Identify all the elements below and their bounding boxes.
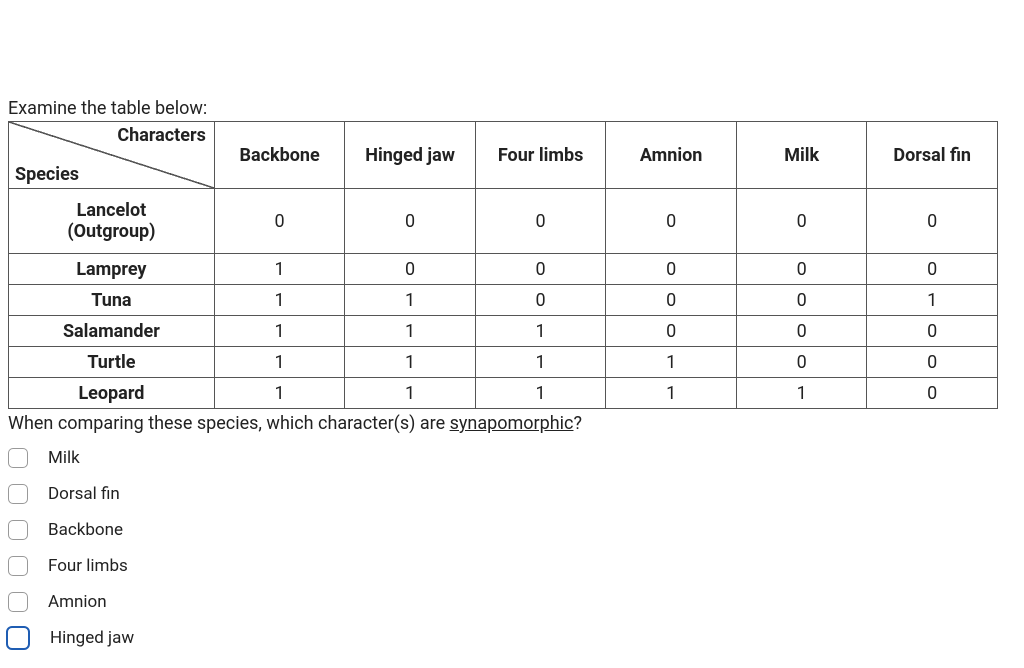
- cell-value: 1: [345, 347, 476, 378]
- table-row: Salamander111000: [9, 316, 998, 347]
- corner-label-characters: Characters: [117, 125, 205, 146]
- cell-value: 1: [475, 378, 606, 409]
- checkbox-icon[interactable]: [8, 556, 28, 576]
- option-label: Amnion: [48, 592, 107, 612]
- cell-value: 0: [736, 347, 867, 378]
- row-species: Turtle: [9, 347, 215, 378]
- cell-value: 1: [606, 378, 737, 409]
- cell-value: 1: [214, 347, 345, 378]
- cell-value: 0: [736, 316, 867, 347]
- checkbox-icon[interactable]: [8, 484, 28, 504]
- cell-value: 1: [475, 347, 606, 378]
- col-header: Milk: [736, 122, 867, 189]
- answer-option[interactable]: Amnion: [8, 588, 1016, 616]
- table-body: Lancelot(Outgroup)000000Lamprey100000Tun…: [9, 189, 998, 409]
- cell-value: 0: [867, 378, 998, 409]
- question-term: synapomorphic: [450, 413, 574, 434]
- table-corner-cell: Characters Species: [9, 122, 215, 189]
- answer-options: Milk Dorsal fin Backbone Four limbs Amnion Hi…: [8, 444, 1016, 652]
- cell-value: 0: [606, 316, 737, 347]
- option-label: Dorsal fin: [48, 484, 120, 504]
- col-header: Backbone: [214, 122, 345, 189]
- cell-value: 1: [606, 347, 737, 378]
- cell-value: 0: [606, 254, 737, 285]
- option-label: Hinged jaw: [50, 628, 134, 648]
- checkbox-icon[interactable]: [8, 592, 28, 612]
- col-header: Hinged jaw: [345, 122, 476, 189]
- col-header: Amnion: [606, 122, 737, 189]
- cell-value: 1: [214, 285, 345, 316]
- table-row: Turtle111100: [9, 347, 998, 378]
- cell-value: 0: [736, 254, 867, 285]
- checkbox-icon[interactable]: [8, 448, 28, 468]
- answer-option[interactable]: Hinged jaw: [8, 624, 1016, 652]
- table-row: Lamprey100000: [9, 254, 998, 285]
- cell-value: 1: [736, 378, 867, 409]
- question-text: When comparing these species, which char…: [8, 413, 1016, 434]
- cell-value: 1: [214, 254, 345, 285]
- cell-value: 0: [345, 254, 476, 285]
- table-row: Tuna110001: [9, 285, 998, 316]
- answer-option[interactable]: Backbone: [8, 516, 1016, 544]
- cell-value: 0: [867, 254, 998, 285]
- intro-text: Examine the table below:: [8, 98, 1016, 119]
- character-table: Characters Species Backbone Hinged jaw F…: [8, 121, 998, 409]
- option-label: Milk: [48, 448, 80, 468]
- cell-value: 1: [345, 378, 476, 409]
- cell-value: 0: [475, 189, 606, 254]
- checkbox-icon[interactable]: [8, 520, 28, 540]
- answer-option[interactable]: Four limbs: [8, 552, 1016, 580]
- cell-value: 0: [475, 285, 606, 316]
- table-row: Leopard111110: [9, 378, 998, 409]
- option-label: Backbone: [48, 520, 123, 540]
- cell-value: 0: [606, 189, 737, 254]
- table-header-row: Characters Species Backbone Hinged jaw F…: [9, 122, 998, 189]
- row-species: Lamprey: [9, 254, 215, 285]
- col-header: Dorsal fin: [867, 122, 998, 189]
- cell-value: 0: [345, 189, 476, 254]
- question-pre: When comparing these species, which char…: [8, 413, 450, 434]
- option-label: Four limbs: [48, 556, 128, 576]
- row-species: Leopard: [9, 378, 215, 409]
- answer-option[interactable]: Milk: [8, 444, 1016, 472]
- cell-value: 0: [867, 316, 998, 347]
- checkbox-icon[interactable]: [6, 626, 30, 650]
- cell-value: 0: [867, 347, 998, 378]
- cell-value: 1: [867, 285, 998, 316]
- answer-option[interactable]: Dorsal fin: [8, 480, 1016, 508]
- cell-value: 1: [475, 316, 606, 347]
- cell-value: 1: [214, 316, 345, 347]
- cell-value: 0: [214, 189, 345, 254]
- cell-value: 0: [475, 254, 606, 285]
- cell-value: 1: [345, 285, 476, 316]
- row-species: Salamander: [9, 316, 215, 347]
- row-species: Lancelot(Outgroup): [9, 189, 215, 254]
- cell-value: 0: [867, 189, 998, 254]
- cell-value: 0: [736, 189, 867, 254]
- row-species: Tuna: [9, 285, 215, 316]
- question-post: ?: [573, 413, 582, 434]
- corner-label-species: Species: [15, 164, 79, 185]
- cell-value: 1: [214, 378, 345, 409]
- cell-value: 0: [606, 285, 737, 316]
- cell-value: 0: [736, 285, 867, 316]
- cell-value: 1: [345, 316, 476, 347]
- table-row: Lancelot(Outgroup)000000: [9, 189, 998, 254]
- col-header: Four limbs: [475, 122, 606, 189]
